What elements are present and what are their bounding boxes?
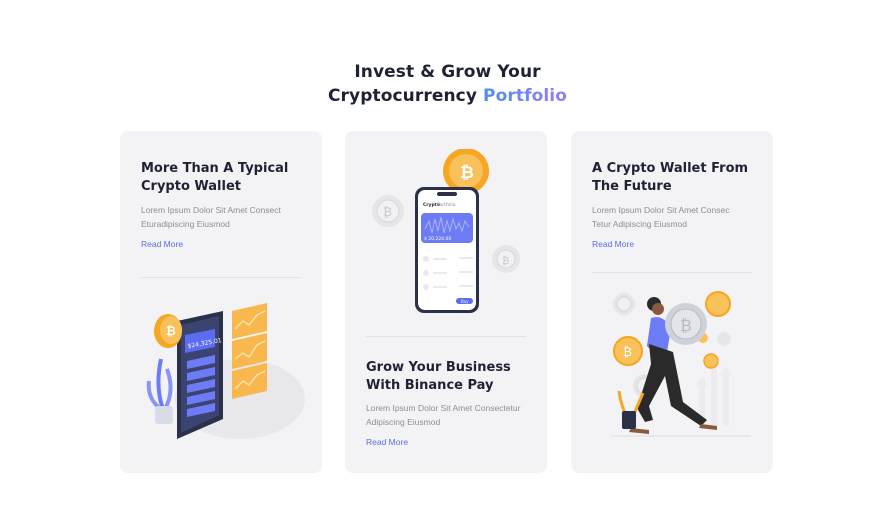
card-divider	[141, 277, 301, 278]
card-title-line-2: With Binance Pay	[366, 378, 494, 393]
feature-card-binance-pay: ₿ ₿ ₿ Crypto Portfolio $ 20,224.00 Buy G…	[345, 131, 547, 473]
card-divider	[366, 336, 526, 337]
chart-card-icon	[232, 303, 267, 399]
svg-text:₿: ₿	[383, 205, 392, 219]
read-more-link[interactable]: Read More	[141, 239, 183, 249]
phone-icon: $24,325.01	[177, 311, 223, 439]
card-title: More Than A Typical Crypto Wallet	[141, 160, 311, 196]
plant-icon	[146, 358, 173, 424]
feature-card-future-wallet: A Crypto Wallet From The Future Lorem Ip…	[571, 131, 773, 473]
svg-text:₿: ₿	[460, 163, 474, 183]
phone-wallet-illustration: $24,325.01 ₿	[146, 303, 305, 439]
card-description: Lorem Ipsum Dolor Sit Amet Consec Tetur …	[592, 204, 767, 231]
card-title-line-1: More Than A Typical	[141, 161, 289, 176]
card-description: Lorem Ipsum Dolor Sit Amet Consectetur A…	[366, 402, 541, 429]
card-title-line-2: Crypto Wallet	[141, 179, 241, 194]
read-more-link[interactable]: Read More	[366, 437, 408, 447]
heading-main-text: Cryptocurrency	[327, 86, 478, 106]
person-carrying-bitcoin-illustration: ₿ ₿	[611, 291, 751, 437]
card-description-line-2: Eturadipiscing Eiusmod	[141, 218, 230, 229]
card-description-line-2: Tetur Adipiscing Eiusmod	[592, 218, 687, 229]
read-more-link[interactable]: Read More	[592, 239, 634, 249]
heading-accent-text: Portfolio	[483, 86, 568, 106]
heading-line-1: Invest & Grow Your	[354, 62, 541, 82]
card-description-line-1: Lorem Ipsum Dolor Sit Amet Consect	[141, 205, 281, 215]
card-description: Lorem Ipsum Dolor Sit Amet Consect Etura…	[141, 204, 316, 231]
crypto-portfolio-app-illustration: ₿ ₿ ₿ Crypto Portfolio $ 20,224.00 Buy	[372, 149, 520, 313]
card-description-line-1: Lorem Ipsum Dolor Sit Amet Consectetur	[366, 403, 521, 413]
card-description-line-2: Adipiscing Eiusmod	[366, 416, 441, 427]
app-buy-button: Buy	[461, 299, 469, 304]
section-heading: Invest & Grow Your Cryptocurrency Portfol…	[0, 60, 895, 108]
silver-coin-icon: ₿	[665, 303, 707, 345]
card-title-line-2: The Future	[592, 179, 672, 194]
phone-icon: Crypto Portfolio $ 20,224.00 Buy	[415, 187, 479, 313]
card-title: A Crypto Wallet From The Future	[592, 160, 762, 196]
svg-text:₿: ₿	[166, 324, 176, 338]
feature-card-typical-wallet: More Than A Typical Crypto Wallet Lorem …	[120, 131, 322, 473]
card-title: Grow Your Business With Binance Pay	[366, 359, 536, 395]
card-title-line-1: Grow Your Business	[366, 360, 511, 375]
faded-coin-icon: ₿	[372, 195, 404, 227]
app-title-rest: Portfolio	[437, 202, 456, 208]
svg-text:₿: ₿	[502, 255, 509, 267]
card-divider	[592, 272, 752, 273]
bitcoin-coin-icon: ₿	[154, 314, 182, 348]
svg-text:₿: ₿	[623, 345, 632, 359]
card-title-line-1: A Crypto Wallet From	[592, 161, 749, 176]
svg-text:₿: ₿	[680, 316, 692, 335]
faded-coin-icon: ₿	[492, 245, 520, 273]
app-balance: $ 20,224.00	[424, 236, 451, 242]
heading-line-2: Cryptocurrency Portfolio	[0, 84, 895, 108]
card-description-line-1: Lorem Ipsum Dolor Sit Amet Consec	[592, 205, 730, 215]
